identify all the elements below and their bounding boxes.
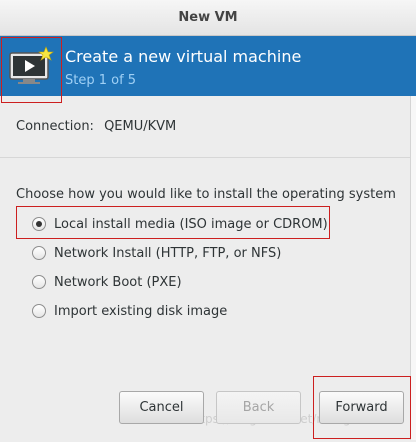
window-title: New VM <box>178 10 238 25</box>
option-import-disk-image[interactable]: Import existing disk image <box>32 301 227 321</box>
option-label: Network Install (HTTP, FTP, or NFS) <box>54 245 282 261</box>
option-label: Network Boot (PXE) <box>54 274 182 290</box>
wizard-title: Create a new virtual machine <box>65 47 302 66</box>
cancel-button[interactable]: Cancel <box>119 391 204 424</box>
radio-button[interactable] <box>32 304 46 318</box>
forward-highlight-box <box>313 376 411 439</box>
option-network-install[interactable]: Network Install (HTTP, FTP, or NFS) <box>32 243 281 263</box>
back-button[interactable]: Back <box>216 391 301 424</box>
separator <box>0 157 410 158</box>
icon-highlight-box <box>1 37 62 103</box>
option-network-boot[interactable]: Network Boot (PXE) <box>32 272 182 292</box>
radio-button[interactable] <box>32 275 46 289</box>
connection-label: Connection: <box>16 119 94 134</box>
new-vm-dialog: New VM Create a new virtual machine Step… <box>0 0 416 442</box>
option-highlight-box <box>16 206 330 239</box>
option-label: Import existing disk image <box>54 303 228 319</box>
connection-row: Connection: QEMU/KVM <box>16 119 176 134</box>
install-question: Choose how you would like to install the… <box>16 187 396 202</box>
radio-button[interactable] <box>32 246 46 260</box>
connection-value: QEMU/KVM <box>104 119 177 134</box>
title-bar[interactable]: New VM <box>0 0 416 36</box>
header-edge <box>410 36 416 96</box>
wizard-step: Step 1 of 5 <box>65 73 137 88</box>
